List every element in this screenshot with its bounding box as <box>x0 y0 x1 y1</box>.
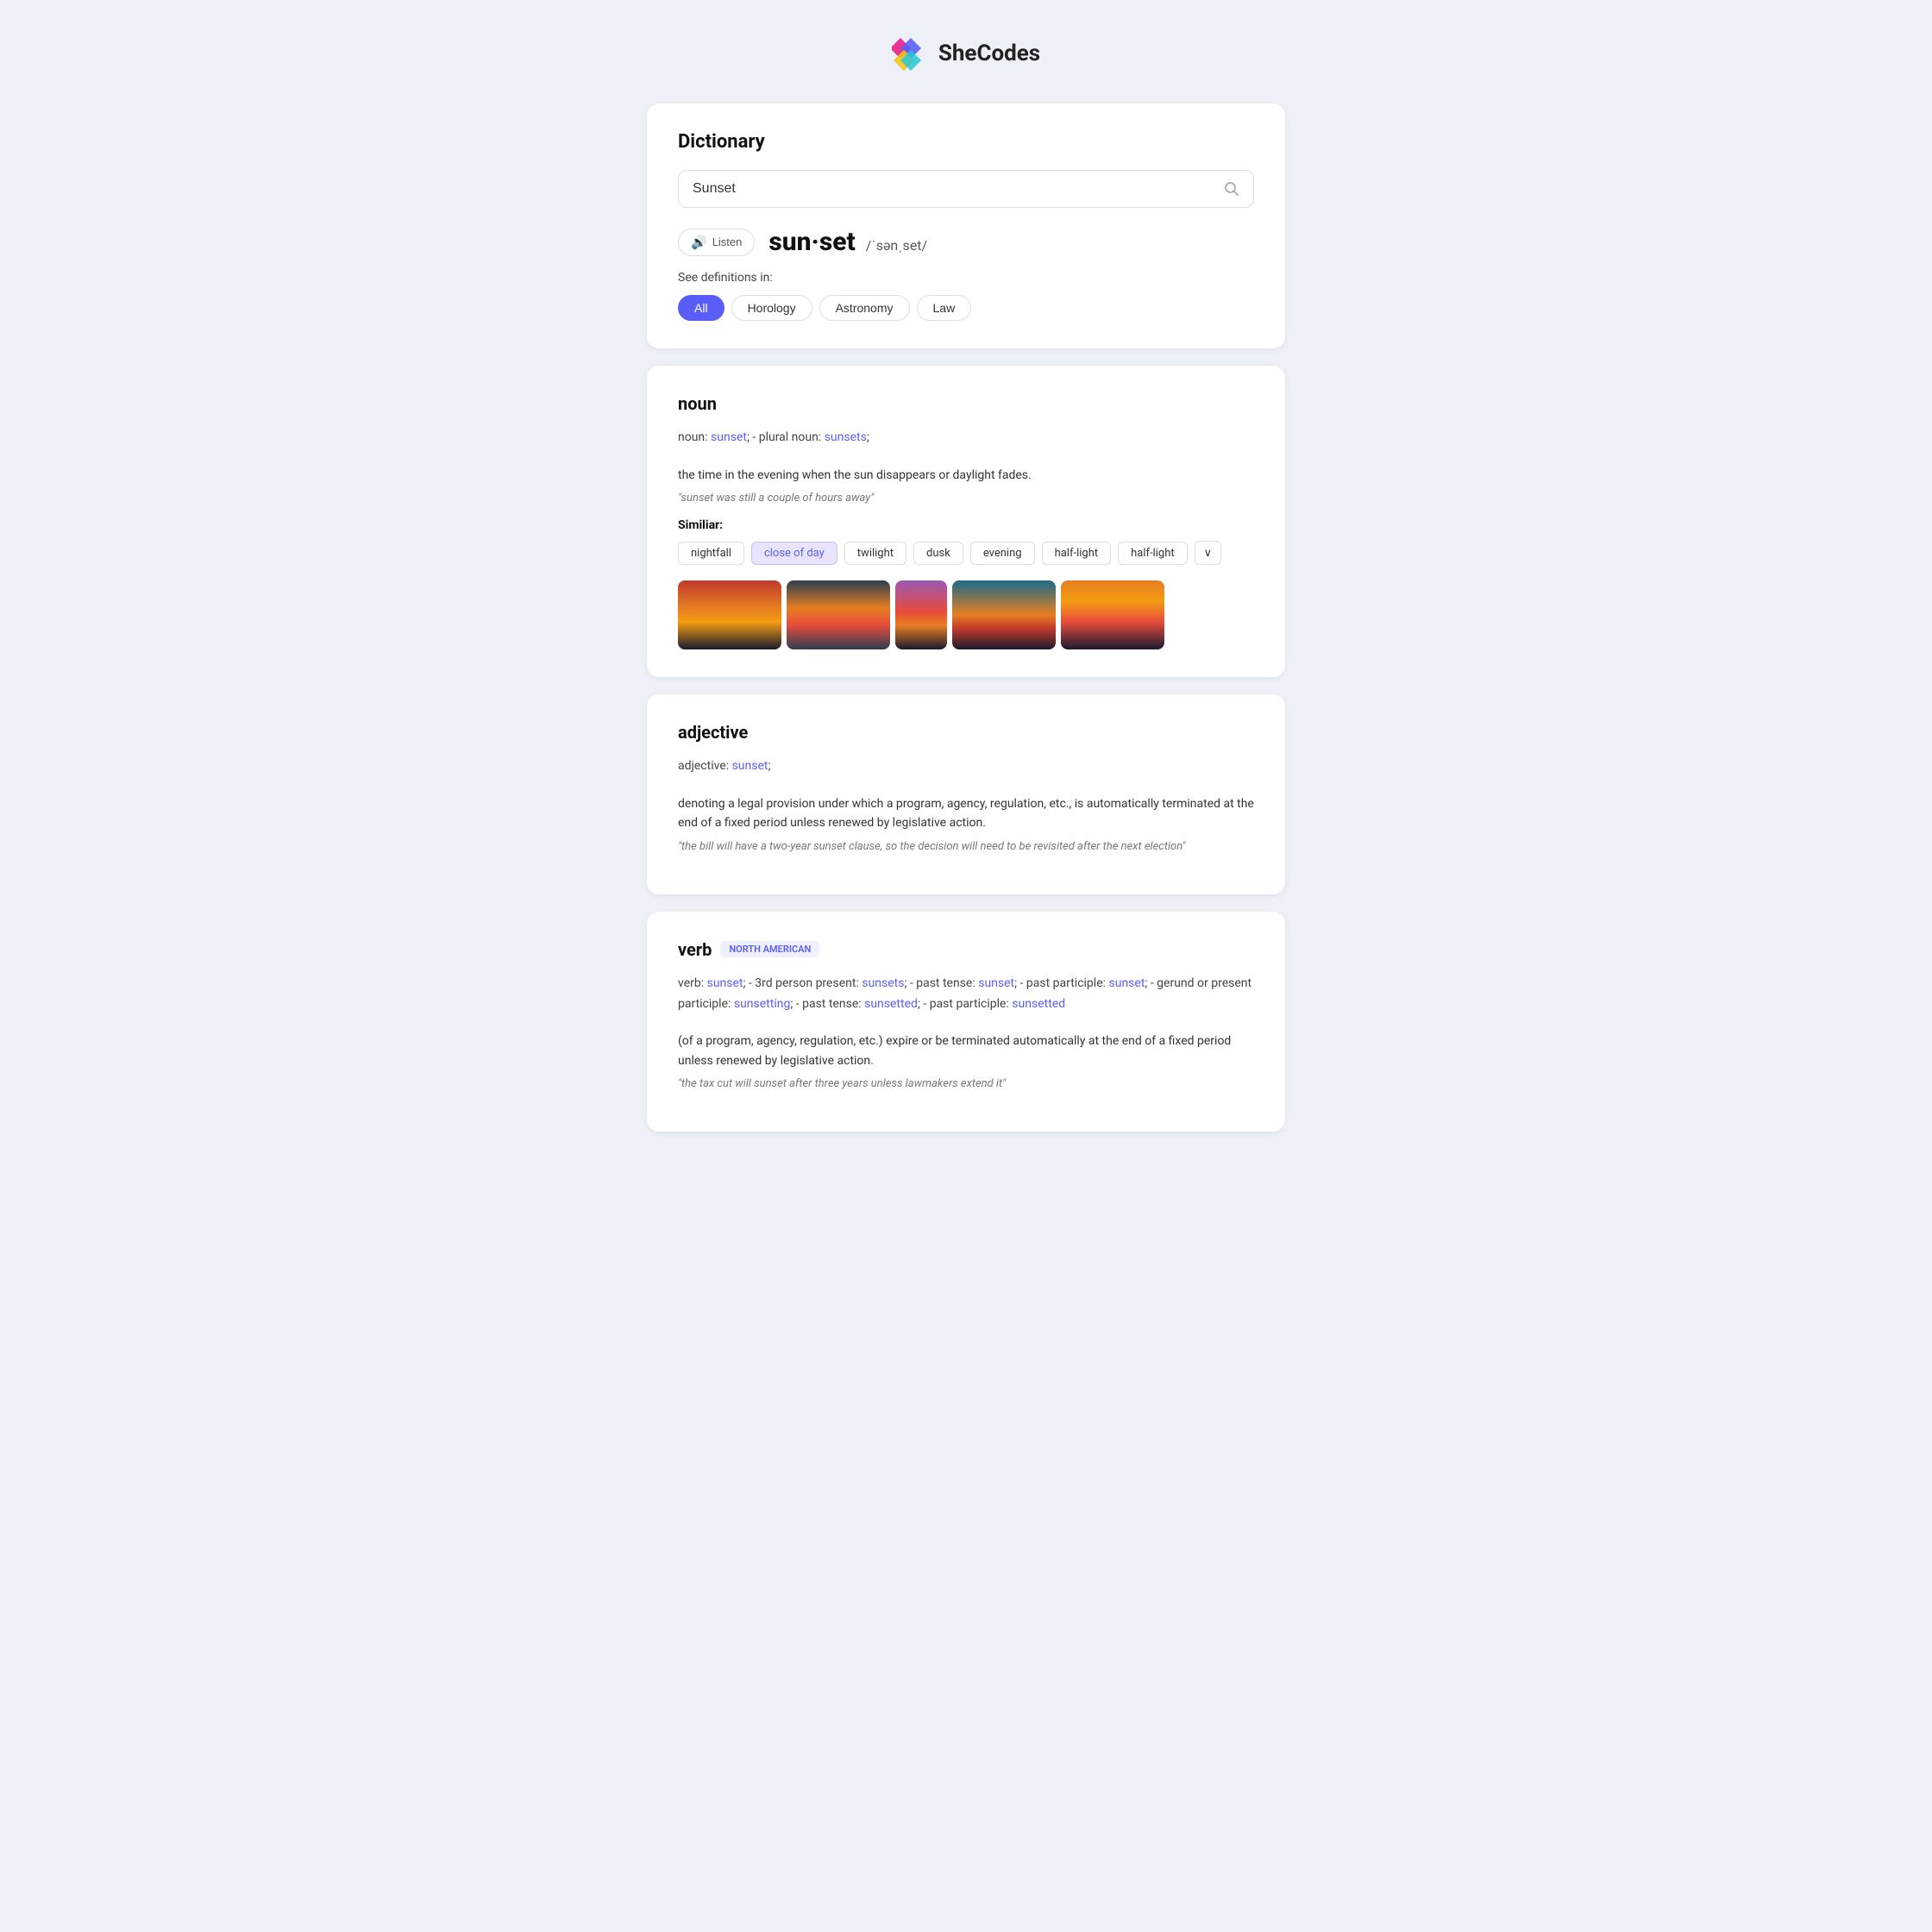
tag-twilight[interactable]: twilight <box>844 542 906 565</box>
more-tags-button[interactable]: ∨ <box>1195 541 1222 565</box>
verb-link-2[interactable]: sunsets <box>862 976 904 990</box>
noun-dash: - plural noun: <box>752 430 824 444</box>
search-icon <box>1224 181 1239 197</box>
verb-link-5[interactable]: sunsetting <box>734 997 790 1011</box>
verb-link-3[interactable]: sunset <box>978 976 1014 990</box>
tag-close-of-day[interactable]: close of day <box>751 542 837 565</box>
phonetic: /ˈsənˌset/ <box>866 237 927 254</box>
north-american-badge: NORTH AMERICAN <box>720 941 819 957</box>
verb-card: verb NORTH AMERICAN verb: sunset; - 3rd … <box>647 912 1285 1132</box>
header: SheCodes <box>17 34 1915 72</box>
adj-link[interactable]: sunset <box>732 759 768 773</box>
search-input[interactable] <box>693 181 1224 197</box>
verb-link-4[interactable]: sunset <box>1109 976 1145 990</box>
adj-definition: denoting a legal provision under which a… <box>678 794 1254 833</box>
dictionary-search-card: Dictionary 🔊 Listen sun·set /ˈsənˌset/ S… <box>647 104 1285 348</box>
listen-button[interactable]: 🔊 Listen <box>678 229 755 256</box>
word-text: sun·set <box>768 227 855 257</box>
filter-all[interactable]: All <box>678 295 724 321</box>
verb-link-1[interactable]: sunset <box>707 976 743 990</box>
verb-link-7[interactable]: sunsetted <box>1012 997 1065 1011</box>
noun-definition: the time in the evening when the sun dis… <box>678 466 1254 485</box>
verb-row: verb NORTH AMERICAN <box>678 939 1254 960</box>
verb-link-6[interactable]: sunsetted <box>864 997 918 1011</box>
main-container: Dictionary 🔊 Listen sun·set /ˈsənˌset/ S… <box>647 104 1285 1132</box>
adj-grammar: adjective: sunset; <box>678 756 1254 777</box>
logo-icon <box>892 34 930 72</box>
dictionary-title: Dictionary <box>678 131 1254 153</box>
adjective-card: adjective adjective: sunset; denoting a … <box>647 694 1285 894</box>
adj-example: "the bill will have a two-year sunset cl… <box>678 840 1254 853</box>
speaker-icon: 🔊 <box>691 235 707 250</box>
sunset-image-3[interactable] <box>895 580 947 649</box>
filter-law[interactable]: Law <box>917 295 972 321</box>
sunset-image-5[interactable] <box>1061 580 1164 649</box>
plural-link[interactable]: sunsets <box>825 430 867 444</box>
noun-grammar: noun: sunset; - plural noun: sunsets; <box>678 428 1254 448</box>
noun-label: noun: <box>678 430 711 444</box>
verb-grammar: verb: sunset; - 3rd person present: suns… <box>678 974 1254 1015</box>
verb-example: "the tax cut will sunset after three yea… <box>678 1077 1254 1090</box>
verb-definition: (of a program, agency, regulation, etc.)… <box>678 1032 1254 1070</box>
similiar-label: Similiar: <box>678 518 1254 532</box>
tag-nightfall[interactable]: nightfall <box>678 542 744 565</box>
tag-dusk[interactable]: dusk <box>913 542 963 565</box>
adj-label: adjective: <box>678 759 732 773</box>
sunset-image-2[interactable] <box>787 580 890 649</box>
search-button[interactable] <box>1224 181 1239 197</box>
filter-buttons: All Horology Astronomy Law <box>678 295 1254 321</box>
search-box <box>678 170 1254 208</box>
logo: SheCodes <box>892 34 1040 72</box>
tag-half-light-1[interactable]: half-light <box>1042 542 1112 565</box>
noun-example: "sunset was still a couple of hours away… <box>678 492 1254 505</box>
word-row: 🔊 Listen sun·set /ˈsənˌset/ <box>678 227 1254 257</box>
noun-link[interactable]: sunset <box>711 430 747 444</box>
similiar-tags: nightfall close of day twilight dusk eve… <box>678 541 1254 565</box>
noun-card: noun noun: sunset; - plural noun: sunset… <box>647 366 1285 677</box>
tag-half-light-2[interactable]: half-light <box>1118 542 1188 565</box>
adj-pos: adjective <box>678 722 1254 743</box>
filter-astronomy[interactable]: Astronomy <box>819 295 910 321</box>
listen-label: Listen <box>712 235 743 248</box>
sunset-image-1[interactable] <box>678 580 781 649</box>
filter-horology[interactable]: Horology <box>731 295 812 321</box>
verb-pos: verb <box>678 939 712 960</box>
images-row <box>678 580 1254 649</box>
brand-name: SheCodes <box>938 41 1040 66</box>
noun-pos: noun <box>678 393 1254 414</box>
sunset-image-4[interactable] <box>952 580 1056 649</box>
word-display: sun·set /ˈsənˌset/ <box>768 227 927 257</box>
see-defs-label: See definitions in: <box>678 271 1254 285</box>
tag-evening[interactable]: evening <box>970 542 1035 565</box>
